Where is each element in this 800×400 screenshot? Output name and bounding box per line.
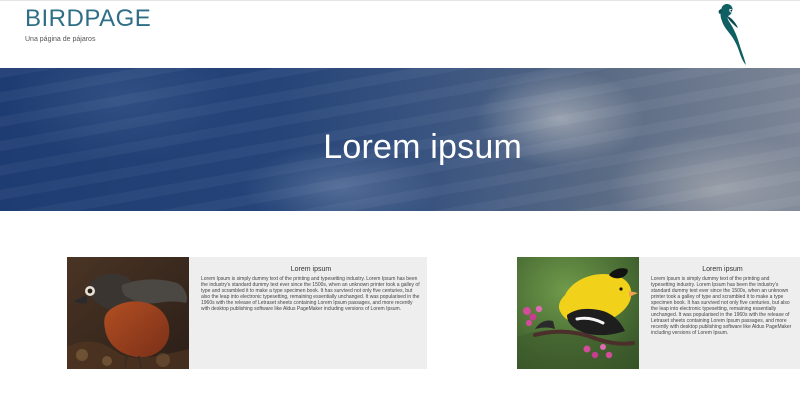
site-title[interactable]: BIRDPAGE — [25, 7, 151, 31]
card-title: Lorem ipsum — [290, 266, 332, 273]
card-text: Lorem ipsum Lorem Ipsum is simply dummy … — [201, 266, 421, 312]
card-title: Lorem ipsum — [702, 266, 743, 273]
site-header: BIRDPAGE Una página de pájaros — [0, 0, 800, 68]
goldfinch-image-svg — [517, 257, 639, 369]
card[interactable]: Lorem ipsum Lorem Ipsum is simply dummy … — [67, 257, 427, 369]
robin-image-svg — [67, 257, 189, 369]
goldfinch-photo[interactable] — [517, 257, 639, 369]
hero-banner: Lorem ipsum — [0, 68, 800, 211]
card-body: Lorem Ipsum is simply dummy text of the … — [201, 276, 420, 312]
robin-photo[interactable] — [67, 257, 189, 369]
card[interactable]: Lorem ipsum Lorem Ipsum is simply dummy … — [517, 257, 800, 369]
card-body: Lorem Ipsum is simply dummy text of the … — [651, 276, 792, 336]
hero-title: Lorem ipsum — [323, 128, 522, 166]
parrot-logo-svg — [718, 4, 746, 65]
card-text: Lorem ipsum Lorem Ipsum is simply dummy … — [651, 266, 794, 336]
cards-section: Lorem ipsum Lorem Ipsum is simply dummy … — [0, 257, 800, 369]
site-tagline: Una página de pájaros — [25, 36, 96, 43]
parrot-icon[interactable] — [712, 1, 756, 67]
